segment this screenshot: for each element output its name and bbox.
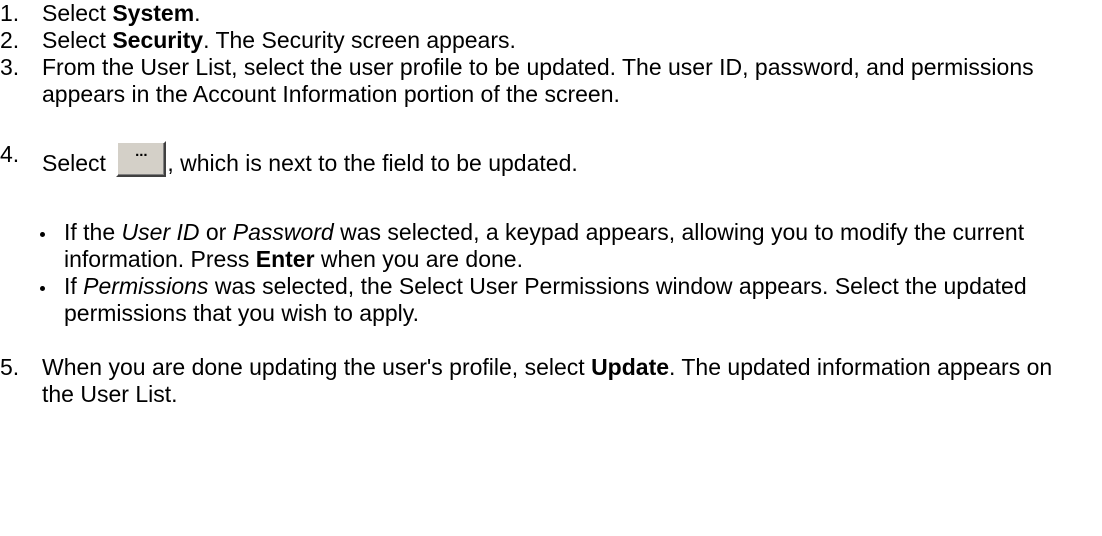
step-number: 2. bbox=[0, 27, 20, 53]
bullet-text: If the User ID or Password was selected,… bbox=[64, 219, 1102, 273]
field-term-permissions: Permissions bbox=[83, 273, 209, 299]
step-text-part: , which is next to the field to be updat… bbox=[167, 150, 578, 176]
step-text-part: . bbox=[194, 0, 201, 26]
ui-term-security: Security bbox=[112, 27, 204, 53]
bullet-text-part: or bbox=[199, 219, 233, 245]
ellipsis-button: ... bbox=[116, 141, 167, 177]
step-text-part: When you are done updating the user's pr… bbox=[42, 354, 592, 380]
step-text-part: Select bbox=[42, 0, 113, 26]
bullet-permissions: If Permissions was selected, the Select … bbox=[0, 273, 1102, 327]
bullet-text-part: If bbox=[64, 273, 84, 299]
step-text: When you are done updating the user's pr… bbox=[42, 354, 1090, 408]
ui-term-enter: Enter bbox=[255, 246, 315, 272]
bullet-dot-icon bbox=[0, 273, 64, 327]
step-text: From the User List, select the user prof… bbox=[42, 54, 1034, 107]
step-number: 1. bbox=[0, 0, 20, 26]
step-2: 2. Select Security. The Security screen … bbox=[0, 27, 1100, 54]
step-1: 1. Select System. bbox=[0, 0, 1100, 27]
step-text: Select ... , which is next to the field t… bbox=[42, 137, 1100, 177]
step-number: 3. bbox=[0, 54, 20, 80]
step-text-part: . The Security screen appears. bbox=[203, 27, 516, 53]
step-4: 4. Select ... , which is next to the fiel… bbox=[0, 137, 1100, 177]
bullet-text-part: If the bbox=[64, 219, 122, 245]
ui-term-system: System bbox=[112, 0, 195, 26]
ui-term-update: Update bbox=[591, 354, 670, 380]
step-3: 3. From the User List, select the user p… bbox=[0, 54, 1090, 108]
step-text: Select System. bbox=[42, 0, 1100, 27]
step-number: 4. bbox=[0, 141, 20, 167]
instructions-document: 1. Select System. 2. Select Security. Th… bbox=[0, 0, 1102, 536]
bullet-dot-icon bbox=[0, 219, 64, 273]
step-number: 5. bbox=[0, 354, 20, 380]
step-text: Select Security. The Security screen app… bbox=[42, 27, 1100, 54]
bullet-userid-password: If the User ID or Password was selected,… bbox=[0, 219, 1102, 273]
field-term-user-id: User ID bbox=[121, 219, 200, 245]
bullet-text: If Permissions was selected, the Select … bbox=[64, 273, 1102, 327]
step-text-part: Select bbox=[42, 150, 113, 176]
ellipsis-button-label: ... bbox=[135, 143, 148, 160]
bullet-text-part: was selected, the Select User Permission… bbox=[64, 273, 1027, 326]
step-5: 5. When you are done updating the user's… bbox=[0, 354, 1090, 408]
step-text-part: Select bbox=[42, 27, 113, 53]
bullet-text-part: when you are done. bbox=[314, 246, 523, 272]
field-term-password: Password bbox=[232, 219, 334, 245]
